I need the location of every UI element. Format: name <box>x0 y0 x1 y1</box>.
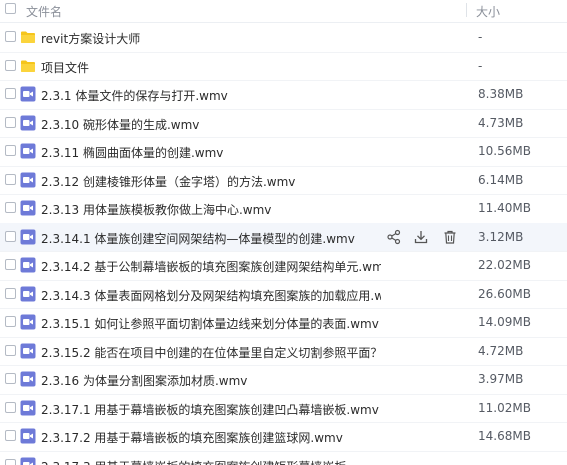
folder-row[interactable]: 项目文件 - <box>0 52 567 81</box>
file-size: 6.14MB <box>478 172 524 187</box>
video-file-icon <box>20 86 36 102</box>
file-name[interactable]: 2.3.13 用体量族模板教你做上海中心.wmv <box>41 201 271 218</box>
download-icon[interactable] <box>413 229 429 245</box>
file-size: 14.09MB <box>478 315 531 329</box>
file-size: 4.73MB <box>478 115 524 130</box>
file-name[interactable]: 2.3.14.3 体量表面网格划分及网架结构填充图案族的加载应用.w... <box>41 287 381 304</box>
file-name[interactable]: 2.3.17.2 用基于幕墙嵌板的填充图案族创建篮球网.wmv <box>41 429 343 446</box>
row-checkbox[interactable] <box>5 202 16 213</box>
row-checkbox[interactable] <box>5 287 16 299</box>
video-file-icon <box>20 428 36 444</box>
file-size: 4.72MB <box>478 343 524 358</box>
video-file-icon <box>20 457 36 465</box>
folder-icon <box>20 58 36 74</box>
folder-icon <box>20 29 36 45</box>
column-header-size[interactable]: 大小 <box>476 3 500 20</box>
video-file-icon <box>20 115 36 131</box>
row-checkbox[interactable] <box>5 401 16 413</box>
file-list: 文件名 大小 revit方案设计大师 - 项目文件 - 2.3.1 体量文件的保存与打开… <box>0 0 567 465</box>
video-file-icon <box>20 314 36 330</box>
file-name[interactable]: revit方案设计大师 <box>41 30 140 47</box>
file-size: 14.68MB <box>478 429 531 443</box>
video-file-icon <box>20 172 36 188</box>
row-checkbox[interactable] <box>5 430 16 441</box>
file-size: 10.56MB <box>478 144 531 158</box>
row-checkbox[interactable] <box>5 59 16 71</box>
file-name[interactable]: 项目文件 <box>41 59 89 76</box>
column-header-name[interactable]: 文件名 <box>26 3 62 20</box>
file-name[interactable]: 2.3.1 体量文件的保存与打开.wmv <box>41 87 228 104</box>
file-size: - <box>478 30 483 44</box>
file-size: - <box>478 58 483 73</box>
file-row[interactable]: 2.3.14.1 体量族创建空间网架结构—体量模型的创建.wmv 3.12MB <box>0 222 567 252</box>
row-checkbox[interactable] <box>5 458 16 465</box>
row-checkbox[interactable] <box>5 259 16 270</box>
video-file-icon <box>20 257 36 273</box>
file-size: 3.12MB <box>478 229 524 244</box>
row-checkbox[interactable] <box>5 31 16 42</box>
row-checkbox[interactable] <box>5 88 16 99</box>
file-size: 11.40MB <box>478 201 531 215</box>
trash-icon[interactable] <box>442 229 458 245</box>
file-size: 26.60MB <box>478 286 531 301</box>
video-file-icon <box>20 143 36 159</box>
share-icon[interactable] <box>386 229 402 245</box>
file-name[interactable]: 2.3.14.1 体量族创建空间网架结构—体量模型的创建.wmv <box>41 230 355 247</box>
row-checkbox[interactable] <box>5 373 16 384</box>
file-row[interactable]: 2.3.17.2 用基于幕墙嵌板的填充图案族创建篮球网.wmv 14.68MB <box>0 422 567 452</box>
file-name[interactable]: 2.3.17.3 用基于幕墙嵌板的填充图案族创建矩形幕墙嵌板 <box>41 458 346 465</box>
file-name[interactable]: 2.3.15.1 如何让参照平面切割体量边线来划分体量的表面.wmv <box>41 315 379 332</box>
video-file-icon <box>20 400 36 416</box>
file-row[interactable]: 2.3.13 用体量族模板教你做上海中心.wmv 11.40MB <box>0 194 567 224</box>
video-file-icon <box>20 371 36 387</box>
video-file-icon <box>20 343 36 359</box>
file-size: 3.97MB <box>478 372 524 386</box>
file-name[interactable]: 2.3.11 椭圆曲面体量的创建.wmv <box>41 144 223 161</box>
select-all-checkbox[interactable] <box>5 3 16 14</box>
video-file-icon <box>20 286 36 302</box>
folder-row[interactable]: revit方案设计大师 - <box>0 23 567 53</box>
row-checkbox[interactable] <box>5 145 16 156</box>
row-checkbox[interactable] <box>5 316 16 327</box>
row-checkbox[interactable] <box>5 344 16 356</box>
file-row[interactable]: 2.3.1 体量文件的保存与打开.wmv 8.38MB <box>0 80 567 110</box>
file-row[interactable]: 2.3.14.2 基于公制幕墙嵌板的填充图案族创建网架结构单元.wmv 22.02… <box>0 251 567 281</box>
row-checkbox[interactable] <box>5 230 16 242</box>
file-size: 11.02MB <box>478 400 531 415</box>
file-row[interactable]: 2.3.17.1 用基于幕墙嵌板的填充图案族创建凹凸幕墙嵌板.wmv 11.02M… <box>0 394 567 423</box>
file-row[interactable]: 2.3.17.3 用基于幕墙嵌板的填充图案族创建矩形幕墙嵌板 <box>0 451 567 465</box>
file-row[interactable]: 2.3.16 为体量分割图案添加材质.wmv 3.97MB <box>0 365 567 395</box>
file-row[interactable]: 2.3.10 碗形体量的生成.wmv 4.73MB <box>0 109 567 138</box>
video-file-icon <box>20 200 36 216</box>
file-row[interactable]: 2.3.11 椭圆曲面体量的创建.wmv 10.56MB <box>0 137 567 167</box>
file-size: 22.02MB <box>478 258 531 272</box>
file-name[interactable]: 2.3.10 碗形体量的生成.wmv <box>41 116 199 133</box>
file-size: 8.38MB <box>478 87 524 101</box>
file-row[interactable]: 2.3.15.1 如何让参照平面切割体量边线来划分体量的表面.wmv 14.09M… <box>0 308 567 338</box>
file-row[interactable]: 2.3.15.2 能否在项目中创建的在位体量里自定义切割参照平面？... 4.72… <box>0 337 567 366</box>
file-name[interactable]: 2.3.14.2 基于公制幕墙嵌板的填充图案族创建网架结构单元.wmv <box>41 258 381 275</box>
file-name[interactable]: 2.3.16 为体量分割图案添加材质.wmv <box>41 372 247 389</box>
list-header: 文件名 大小 <box>0 0 567 23</box>
file-name[interactable]: 2.3.15.2 能否在项目中创建的在位体量里自定义切割参照平面？... <box>41 344 381 361</box>
file-name[interactable]: 2.3.12 创建棱锥形体量（金字塔）的方法.wmv <box>41 173 295 190</box>
column-divider[interactable] <box>466 3 467 17</box>
file-row[interactable]: 2.3.12 创建棱锥形体量（金字塔）的方法.wmv 6.14MB <box>0 166 567 195</box>
file-name[interactable]: 2.3.17.1 用基于幕墙嵌板的填充图案族创建凹凸幕墙嵌板.wmv <box>41 401 379 418</box>
video-file-icon <box>20 229 36 245</box>
row-checkbox[interactable] <box>5 173 16 185</box>
row-checkbox[interactable] <box>5 116 16 128</box>
file-row[interactable]: 2.3.14.3 体量表面网格划分及网架结构填充图案族的加载应用.w... 26.… <box>0 280 567 309</box>
